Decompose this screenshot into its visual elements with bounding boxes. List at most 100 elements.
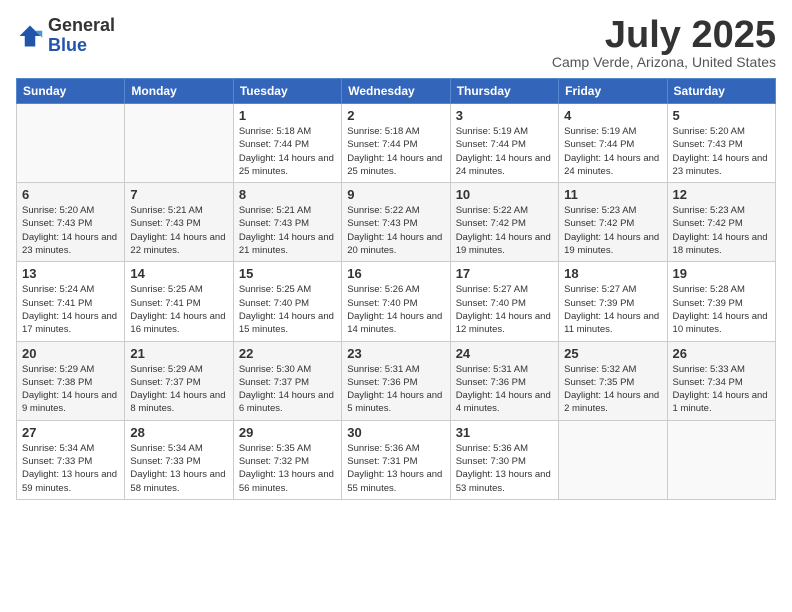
calendar-cell: 6 Sunrise: 5:20 AM Sunset: 7:43 PM Daylig… bbox=[17, 183, 125, 262]
day-info: Sunrise: 5:19 AM Sunset: 7:44 PM Dayligh… bbox=[564, 125, 661, 178]
day-info: Sunrise: 5:28 AM Sunset: 7:39 PM Dayligh… bbox=[673, 283, 770, 336]
calendar-cell bbox=[125, 104, 233, 183]
day-number: 24 bbox=[456, 346, 553, 361]
calendar-cell: 26 Sunrise: 5:33 AM Sunset: 7:34 PM Dayli… bbox=[667, 341, 775, 420]
calendar-week-row: 13Sunrise: 5:24 AM Sunset: 7:41 PM Dayli… bbox=[17, 262, 776, 341]
weekday-header: Sunday bbox=[17, 79, 125, 104]
calendar-cell: 2 Sunrise: 5:18 AM Sunset: 7:44 PM Daylig… bbox=[342, 104, 450, 183]
calendar-cell bbox=[17, 104, 125, 183]
day-info: Sunrise: 5:21 AM Sunset: 7:43 PM Dayligh… bbox=[239, 204, 336, 257]
day-number: 19 bbox=[673, 266, 770, 281]
day-number: 3 bbox=[456, 108, 553, 123]
day-info: Sunrise: 5:18 AM Sunset: 7:44 PM Dayligh… bbox=[347, 125, 444, 178]
weekday-header: Thursday bbox=[450, 79, 558, 104]
month-title: July 2025 bbox=[552, 16, 776, 54]
calendar-cell: 15 Sunrise: 5:25 AM Sunset: 7:40 PM Dayli… bbox=[233, 262, 341, 341]
calendar-cell: 1 Sunrise: 5:18 AM Sunset: 7:44 PM Daylig… bbox=[233, 104, 341, 183]
day-number: 23 bbox=[347, 346, 444, 361]
calendar-cell: 29 Sunrise: 5:35 AM Sunset: 7:32 PM Dayli… bbox=[233, 420, 341, 499]
logo-text: General Blue bbox=[48, 16, 115, 56]
day-info: Sunrise: 5:19 AM Sunset: 7:44 PM Dayligh… bbox=[456, 125, 553, 178]
day-info: Sunrise: 5:35 AM Sunset: 7:32 PM Dayligh… bbox=[239, 442, 336, 495]
day-number: 25 bbox=[564, 346, 661, 361]
day-info: Sunrise: 5:22 AM Sunset: 7:42 PM Dayligh… bbox=[456, 204, 553, 257]
calendar-header-row: SundayMondayTuesdayWednesdayThursdayFrid… bbox=[17, 79, 776, 104]
calendar-cell: 14 Sunrise: 5:25 AM Sunset: 7:41 PM Dayli… bbox=[125, 262, 233, 341]
day-info: Sunrise: 5:34 AM Sunset: 7:33 PM Dayligh… bbox=[130, 442, 227, 495]
calendar-cell: 21Sunrise: 5:29 AM Sunset: 7:37 PM Dayli… bbox=[125, 341, 233, 420]
day-number: 26 bbox=[673, 346, 770, 361]
calendar-table: SundayMondayTuesdayWednesdayThursdayFrid… bbox=[16, 78, 776, 500]
day-number: 18 bbox=[564, 266, 661, 281]
day-info: Sunrise: 5:18 AM Sunset: 7:44 PM Dayligh… bbox=[239, 125, 336, 178]
weekday-header: Tuesday bbox=[233, 79, 341, 104]
day-number: 12 bbox=[673, 187, 770, 202]
day-info: Sunrise: 5:22 AM Sunset: 7:43 PM Dayligh… bbox=[347, 204, 444, 257]
day-info: Sunrise: 5:27 AM Sunset: 7:40 PM Dayligh… bbox=[456, 283, 553, 336]
calendar-cell bbox=[667, 420, 775, 499]
day-number: 6 bbox=[22, 187, 119, 202]
weekday-header: Wednesday bbox=[342, 79, 450, 104]
page-header: General Blue July 2025 Camp Verde, Arizo… bbox=[16, 16, 776, 70]
logo-general: General bbox=[48, 16, 115, 36]
calendar-cell: 9 Sunrise: 5:22 AM Sunset: 7:43 PM Daylig… bbox=[342, 183, 450, 262]
day-number: 20 bbox=[22, 346, 119, 361]
weekday-header: Saturday bbox=[667, 79, 775, 104]
calendar-cell: 5 Sunrise: 5:20 AM Sunset: 7:43 PM Daylig… bbox=[667, 104, 775, 183]
calendar-cell: 19 Sunrise: 5:28 AM Sunset: 7:39 PM Dayli… bbox=[667, 262, 775, 341]
day-number: 22 bbox=[239, 346, 336, 361]
logo-blue: Blue bbox=[48, 36, 115, 56]
calendar-cell: 28Sunrise: 5:34 AM Sunset: 7:33 PM Dayli… bbox=[125, 420, 233, 499]
day-info: Sunrise: 5:20 AM Sunset: 7:43 PM Dayligh… bbox=[673, 125, 770, 178]
day-number: 5 bbox=[673, 108, 770, 123]
day-info: Sunrise: 5:25 AM Sunset: 7:40 PM Dayligh… bbox=[239, 283, 336, 336]
day-number: 14 bbox=[130, 266, 227, 281]
day-info: Sunrise: 5:36 AM Sunset: 7:30 PM Dayligh… bbox=[456, 442, 553, 495]
calendar-week-row: 6 Sunrise: 5:20 AM Sunset: 7:43 PM Daylig… bbox=[17, 183, 776, 262]
calendar-week-row: 1 Sunrise: 5:18 AM Sunset: 7:44 PM Daylig… bbox=[17, 104, 776, 183]
day-number: 8 bbox=[239, 187, 336, 202]
calendar-cell: 4 Sunrise: 5:19 AM Sunset: 7:44 PM Daylig… bbox=[559, 104, 667, 183]
day-number: 11 bbox=[564, 187, 661, 202]
calendar-cell: 30 Sunrise: 5:36 AM Sunset: 7:31 PM Dayli… bbox=[342, 420, 450, 499]
calendar-cell: 17Sunrise: 5:27 AM Sunset: 7:40 PM Dayli… bbox=[450, 262, 558, 341]
day-number: 9 bbox=[347, 187, 444, 202]
logo-icon bbox=[16, 22, 44, 50]
calendar-cell: 27Sunrise: 5:34 AM Sunset: 7:33 PM Dayli… bbox=[17, 420, 125, 499]
day-info: Sunrise: 5:20 AM Sunset: 7:43 PM Dayligh… bbox=[22, 204, 119, 257]
location-subtitle: Camp Verde, Arizona, United States bbox=[552, 54, 776, 70]
calendar-cell: 18Sunrise: 5:27 AM Sunset: 7:39 PM Dayli… bbox=[559, 262, 667, 341]
day-info: Sunrise: 5:31 AM Sunset: 7:36 PM Dayligh… bbox=[456, 363, 553, 416]
day-info: Sunrise: 5:34 AM Sunset: 7:33 PM Dayligh… bbox=[22, 442, 119, 495]
logo: General Blue bbox=[16, 16, 115, 56]
calendar-cell: 22Sunrise: 5:30 AM Sunset: 7:37 PM Dayli… bbox=[233, 341, 341, 420]
title-area: July 2025 Camp Verde, Arizona, United St… bbox=[552, 16, 776, 70]
calendar-cell: 12Sunrise: 5:23 AM Sunset: 7:42 PM Dayli… bbox=[667, 183, 775, 262]
day-number: 7 bbox=[130, 187, 227, 202]
day-number: 10 bbox=[456, 187, 553, 202]
calendar-cell: 20 Sunrise: 5:29 AM Sunset: 7:38 PM Dayli… bbox=[17, 341, 125, 420]
day-info: Sunrise: 5:33 AM Sunset: 7:34 PM Dayligh… bbox=[673, 363, 770, 416]
day-number: 1 bbox=[239, 108, 336, 123]
day-info: Sunrise: 5:29 AM Sunset: 7:37 PM Dayligh… bbox=[130, 363, 227, 416]
day-number: 29 bbox=[239, 425, 336, 440]
day-number: 16 bbox=[347, 266, 444, 281]
day-number: 15 bbox=[239, 266, 336, 281]
calendar-cell: 8 Sunrise: 5:21 AM Sunset: 7:43 PM Daylig… bbox=[233, 183, 341, 262]
day-number: 30 bbox=[347, 425, 444, 440]
day-info: Sunrise: 5:21 AM Sunset: 7:43 PM Dayligh… bbox=[130, 204, 227, 257]
day-info: Sunrise: 5:25 AM Sunset: 7:41 PM Dayligh… bbox=[130, 283, 227, 336]
day-info: Sunrise: 5:26 AM Sunset: 7:40 PM Dayligh… bbox=[347, 283, 444, 336]
calendar-cell: 7 Sunrise: 5:21 AM Sunset: 7:43 PM Daylig… bbox=[125, 183, 233, 262]
calendar-cell bbox=[559, 420, 667, 499]
day-number: 31 bbox=[456, 425, 553, 440]
calendar-cell: 16 Sunrise: 5:26 AM Sunset: 7:40 PM Dayli… bbox=[342, 262, 450, 341]
calendar-cell: 3 Sunrise: 5:19 AM Sunset: 7:44 PM Daylig… bbox=[450, 104, 558, 183]
calendar-cell: 11Sunrise: 5:23 AM Sunset: 7:42 PM Dayli… bbox=[559, 183, 667, 262]
day-info: Sunrise: 5:29 AM Sunset: 7:38 PM Dayligh… bbox=[22, 363, 119, 416]
day-info: Sunrise: 5:36 AM Sunset: 7:31 PM Dayligh… bbox=[347, 442, 444, 495]
day-info: Sunrise: 5:31 AM Sunset: 7:36 PM Dayligh… bbox=[347, 363, 444, 416]
day-number: 4 bbox=[564, 108, 661, 123]
day-number: 2 bbox=[347, 108, 444, 123]
calendar-week-row: 27Sunrise: 5:34 AM Sunset: 7:33 PM Dayli… bbox=[17, 420, 776, 499]
